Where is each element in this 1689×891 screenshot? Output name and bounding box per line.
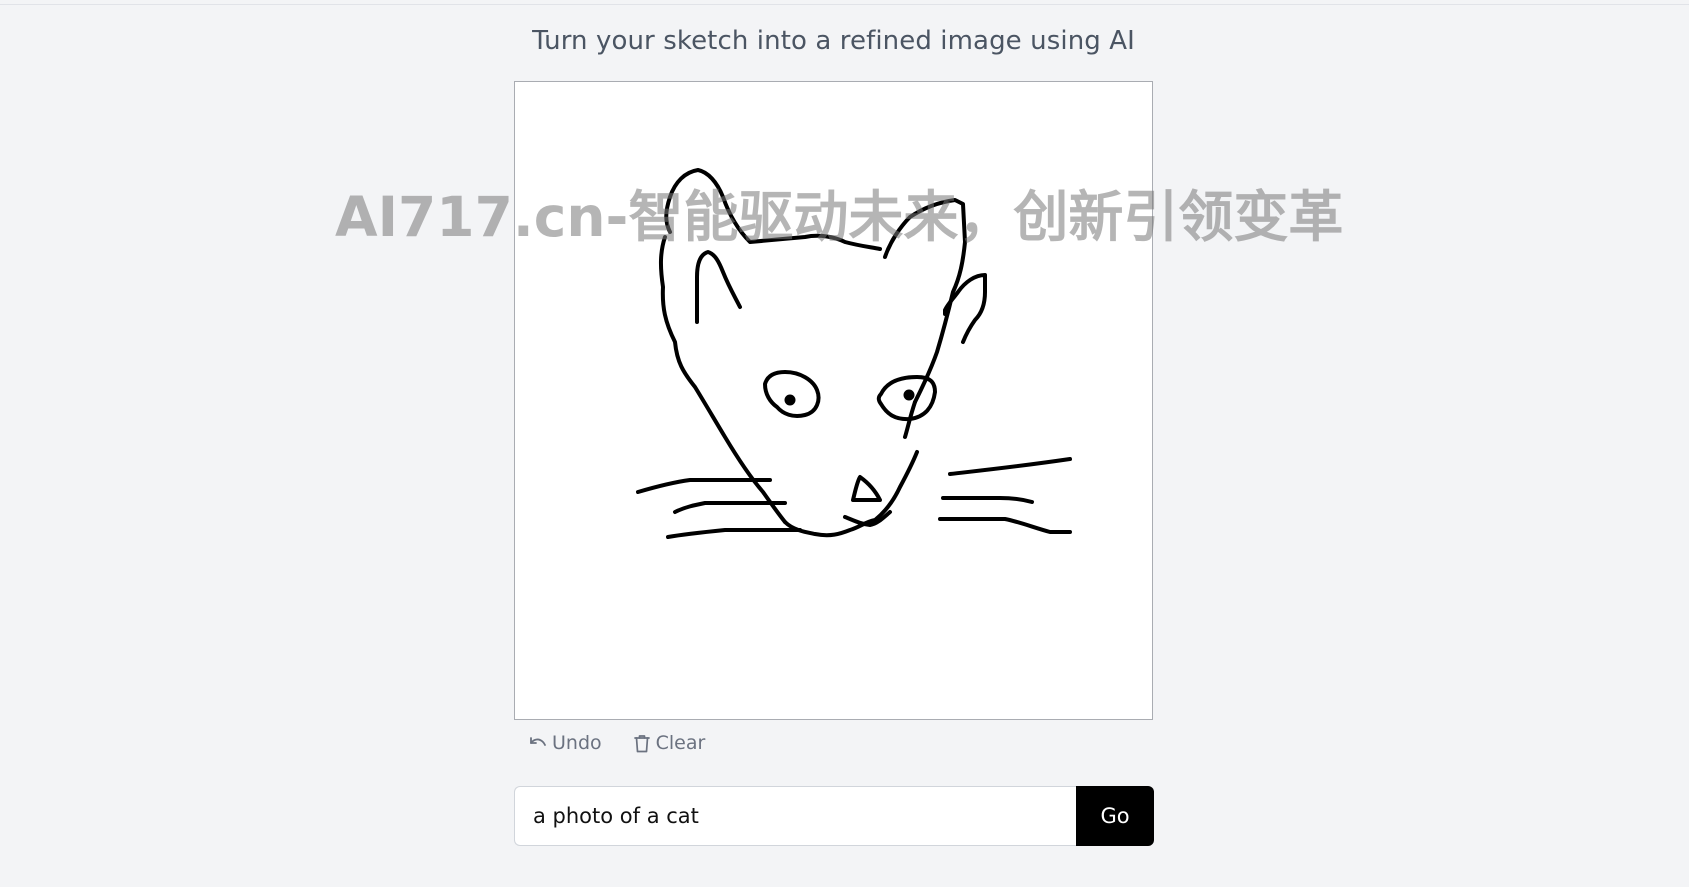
prompt-form: Go — [514, 786, 1154, 846]
undo-button[interactable]: Undo — [528, 732, 602, 754]
top-border — [0, 4, 1689, 5]
sketch-pupil-right — [903, 389, 915, 401]
sketch-whisker-right-1 — [948, 457, 1072, 476]
sketch-whisker-left-2 — [673, 501, 787, 514]
sketch-canvas[interactable] — [514, 81, 1153, 720]
sketch-pupil-left — [784, 394, 796, 406]
undo-arrow-icon — [528, 735, 546, 751]
sketch-whisker-right-2 — [941, 496, 1034, 504]
sketch-stroke-eye-left — [763, 370, 821, 418]
trash-icon — [633, 734, 650, 753]
bottom-edge — [0, 887, 1689, 891]
undo-label: Undo — [552, 732, 602, 754]
sketch-stroke-ear-left — [695, 250, 742, 324]
sketch-stroke-head — [664, 168, 882, 251]
cat-sketch-drawing — [636, 168, 1072, 539]
clear-button[interactable]: Clear — [633, 732, 706, 754]
sketch-whisker-left-3 — [666, 528, 802, 539]
sketch-stroke-nose — [851, 475, 882, 502]
canvas-toolbar: Undo Clear — [528, 732, 705, 754]
sketch-stroke-ear-right — [943, 273, 987, 344]
sketch-whisker-right-3 — [938, 517, 1072, 534]
sketch-whisker-left-1 — [636, 478, 772, 494]
sketch-stroke-chin — [783, 450, 919, 538]
prompt-input[interactable] — [514, 786, 1076, 846]
clear-label: Clear — [655, 732, 706, 754]
go-button[interactable]: Go — [1076, 786, 1154, 846]
page-subtitle: Turn your sketch into a refined image us… — [532, 26, 1135, 56]
